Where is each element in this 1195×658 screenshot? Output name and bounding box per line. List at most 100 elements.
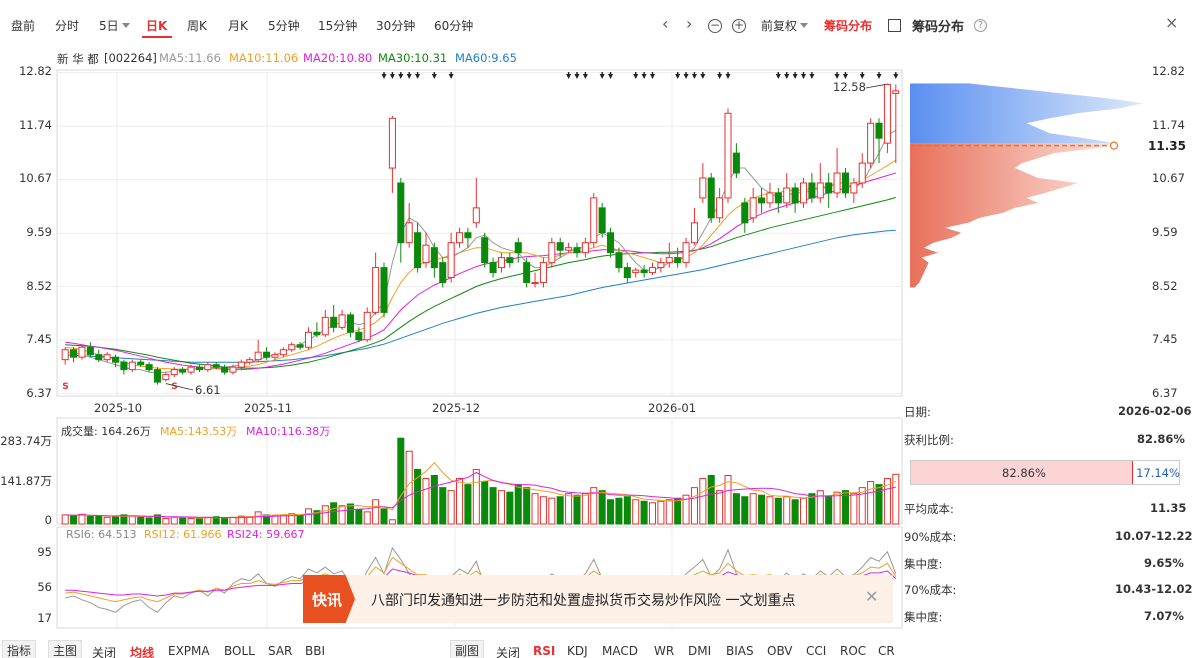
- candle-body[interactable]: [179, 369, 187, 373]
- candle-body[interactable]: [665, 257, 673, 264]
- candle-body[interactable]: [481, 237, 489, 264]
- candle-body[interactable]: [850, 182, 858, 194]
- cr-button[interactable]: CR: [878, 644, 895, 658]
- volume-bar[interactable]: [422, 478, 430, 525]
- rsi-button[interactable]: RSI: [533, 644, 555, 658]
- candle-body[interactable]: [204, 364, 212, 371]
- volume-bar[interactable]: [179, 517, 187, 525]
- volume-bar[interactable]: [112, 516, 120, 525]
- candle-body[interactable]: [128, 361, 136, 371]
- volume-bar[interactable]: [170, 516, 178, 525]
- volume-bar[interactable]: [657, 500, 665, 525]
- news-headline[interactable]: 八部门印发通知进一步防范和处置虚拟货币交易炒作风险 一文划重点: [371, 590, 795, 610]
- volume-bar[interactable]: [514, 484, 522, 525]
- volume-bar[interactable]: [397, 437, 405, 525]
- candle-body[interactable]: [648, 267, 657, 274]
- volume-bar[interactable]: [699, 478, 707, 525]
- candle-body[interactable]: [237, 361, 245, 368]
- candle-body[interactable]: [766, 192, 774, 204]
- candle-body[interactable]: [212, 364, 220, 368]
- volume-bar[interactable]: [296, 514, 304, 525]
- candle-body[interactable]: [355, 331, 363, 341]
- candle-body[interactable]: [414, 232, 422, 269]
- volume-bar[interactable]: [338, 505, 346, 525]
- volume-bar[interactable]: [221, 517, 229, 525]
- candle-body[interactable]: [271, 354, 279, 358]
- volume-bar[interactable]: [304, 508, 313, 525]
- candle-body[interactable]: [170, 369, 178, 376]
- sar-button[interactable]: SAR: [268, 644, 292, 658]
- candle-body[interactable]: [716, 197, 724, 219]
- candle-body[interactable]: [657, 262, 665, 269]
- candle-body[interactable]: [867, 122, 875, 164]
- volume-bar[interactable]: [615, 497, 623, 525]
- candle-body[interactable]: [397, 182, 405, 244]
- candle-body[interactable]: [296, 344, 304, 348]
- candle-body[interactable]: [883, 83, 891, 144]
- candle-body[interactable]: [632, 269, 640, 274]
- candle-body[interactable]: [581, 242, 589, 254]
- volume-bar[interactable]: [489, 487, 497, 525]
- candle-body[interactable]: [153, 369, 162, 383]
- volume-bar[interactable]: [707, 475, 715, 525]
- candle-body[interactable]: [229, 366, 237, 373]
- volume-bar[interactable]: [254, 511, 262, 525]
- candle-body[interactable]: [254, 351, 262, 361]
- volume-bar[interactable]: [137, 516, 145, 525]
- wr-button[interactable]: WR: [654, 644, 674, 658]
- volume-bar[interactable]: [330, 502, 338, 525]
- candle-body[interactable]: [313, 331, 321, 336]
- candle-body[interactable]: [699, 177, 707, 199]
- volume-bar[interactable]: [456, 478, 464, 525]
- volume-bar[interactable]: [481, 481, 489, 525]
- volume-bar[interactable]: [405, 450, 413, 525]
- candle-body[interactable]: [741, 202, 749, 224]
- candle-body[interactable]: [833, 172, 841, 194]
- volume-bar[interactable]: [774, 497, 782, 525]
- candle-body[interactable]: [78, 346, 86, 358]
- candle-body[interactable]: [707, 177, 715, 219]
- candle-body[interactable]: [523, 262, 531, 284]
- volume-bar[interactable]: [162, 518, 170, 525]
- candle-body[interactable]: [447, 242, 455, 279]
- kline-chart[interactable]: SS: [0, 0, 1195, 658]
- candle-body[interactable]: [221, 366, 229, 373]
- volume-bar[interactable]: [195, 517, 203, 525]
- candle-body[interactable]: [70, 349, 78, 358]
- candle-body[interactable]: [749, 197, 757, 219]
- candle-body[interactable]: [405, 222, 413, 244]
- candle-body[interactable]: [774, 192, 782, 204]
- candle-body[interactable]: [808, 182, 816, 199]
- candle-body[interactable]: [539, 262, 547, 284]
- candle-body[interactable]: [363, 311, 371, 341]
- candle-body[interactable]: [607, 232, 615, 254]
- indicator-menu[interactable]: 指标: [2, 640, 37, 658]
- candle-body[interactable]: [145, 364, 153, 371]
- volume-bar[interactable]: [632, 499, 640, 525]
- volume-bar[interactable]: [497, 490, 505, 525]
- volume-bar[interactable]: [640, 500, 648, 525]
- candle-body[interactable]: [732, 152, 740, 174]
- volume-bar[interactable]: [86, 515, 94, 525]
- volume-bar[interactable]: [674, 497, 682, 525]
- candle-body[interactable]: [372, 267, 380, 313]
- bbi-button[interactable]: BBI: [305, 644, 325, 658]
- volume-bar[interactable]: [78, 513, 86, 525]
- volume-bar[interactable]: [799, 497, 808, 525]
- candle-body[interactable]: [615, 252, 623, 269]
- candle-body[interactable]: [573, 247, 581, 254]
- candle-body[interactable]: [556, 242, 564, 251]
- candle-body[interactable]: [338, 314, 346, 328]
- volume-bar[interactable]: [690, 487, 698, 525]
- candle-body[interactable]: [162, 374, 170, 381]
- candle-body[interactable]: [548, 242, 556, 264]
- volume-bar[interactable]: [439, 487, 447, 525]
- candle-body[interactable]: [346, 314, 354, 333]
- volume-bar[interactable]: [506, 491, 514, 525]
- candle-body[interactable]: [472, 207, 480, 224]
- candle-body[interactable]: [246, 359, 254, 363]
- candle-body[interactable]: [195, 366, 203, 371]
- volume-bar[interactable]: [128, 515, 136, 525]
- volume-bar[interactable]: [187, 518, 195, 525]
- volume-bar[interactable]: [464, 484, 472, 525]
